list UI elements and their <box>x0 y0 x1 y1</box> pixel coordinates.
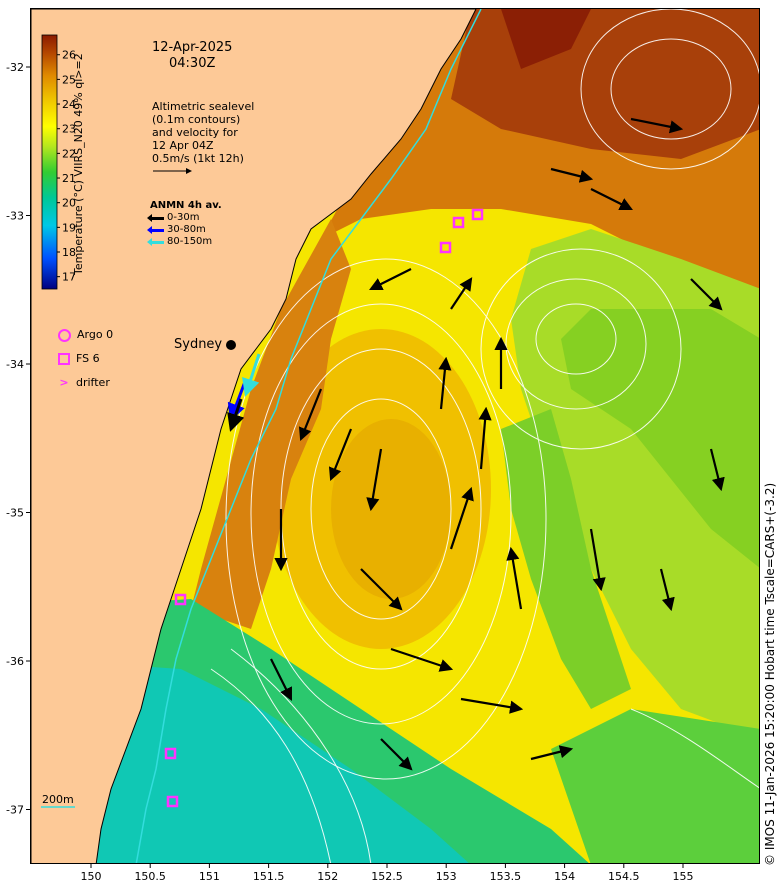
colorbar-title: Temperature (°C) VIIRS_N20 49% ql>=2 <box>72 53 85 275</box>
map-frame: 17 18 19 20 21 22 23 24 25 26 <box>30 8 760 864</box>
lon-tick-label: 150 <box>81 870 102 883</box>
lat-tick-label: -36 <box>6 655 24 668</box>
altimetry-line: Altimetric sealevel <box>152 100 255 113</box>
sydney-marker <box>226 340 236 350</box>
chevron-right-icon: > <box>59 376 69 389</box>
anmn-legend-row: 30-80m <box>147 224 222 236</box>
square-icon <box>58 353 70 365</box>
credit-text: © IMOS 11-Jan-2026 15:20:00 Hobart time … <box>763 482 777 866</box>
map-date: 12-Apr-2025 <box>152 40 233 55</box>
legend-argo: Argo 0 <box>58 323 113 347</box>
depth-contour-label: 200m <box>42 793 74 806</box>
eddy-center <box>331 419 451 599</box>
anmn-legend-label: 0-30m <box>167 212 200 223</box>
anmn-legend-row: 0-30m <box>147 212 222 224</box>
altimetry-line: 0.5m/s (1kt 12h) <box>152 152 244 165</box>
sst-map: 17181920212223242526 <box>31 9 759 863</box>
legend-drifter: > drifter <box>58 371 113 395</box>
anmn-legend-label: 80-150m <box>167 236 213 247</box>
anmn-legend: ANMN 4h av. 0-30m 30-80m 80-150m <box>147 200 222 248</box>
symbol-legend: Argo 0 FS 6 > drifter <box>58 323 113 395</box>
lat-tick-label: -37 <box>6 804 24 817</box>
anmn-legend-row: 80-150m <box>147 236 222 248</box>
date-block: 12-Apr-2025 04:30Z <box>152 40 232 72</box>
altimetry-line: and velocity for <box>152 126 238 139</box>
lon-tick-label: 152.5 <box>371 870 403 883</box>
lon-tick-label: 154 <box>554 870 575 883</box>
lon-tick-label: 153.5 <box>490 870 522 883</box>
anmn-title: ANMN 4h av. <box>150 200 222 211</box>
altimetry-note: Altimetric sealevel (0.1m contours) and … <box>152 100 254 165</box>
circle-icon <box>58 328 71 342</box>
lat-tick-label: -34 <box>6 358 24 371</box>
lat-tick-label: -35 <box>6 507 24 520</box>
lat-tick-labels: -32 -33 -34 -35 -36 -37 <box>6 61 30 817</box>
lon-tick-label: 151 <box>199 870 220 883</box>
altimetry-line: (0.1m contours) <box>152 113 241 126</box>
lat-tick-label: -32 <box>6 61 24 74</box>
lon-tick-label: 152 <box>317 870 338 883</box>
lat-tick-label: -33 <box>6 210 24 223</box>
lon-tick-label: 151.5 <box>253 870 285 883</box>
lon-tick-labels: 150 150.5 151 151.5 152 152.5 153 153.5 154 154.5… <box>81 864 694 883</box>
lon-tick-label: 150.5 <box>134 870 166 883</box>
arrow-left-icon <box>147 225 164 234</box>
lon-tick-label: 154.5 <box>608 870 640 883</box>
city-label: Sydney <box>174 337 223 352</box>
colorbar <box>41 34 58 290</box>
arrow-left-icon <box>147 237 164 246</box>
map-time: 04:30Z <box>169 56 216 71</box>
lon-tick-label: 155 <box>673 870 694 883</box>
anmn-legend-label: 30-80m <box>167 224 206 235</box>
legend-fs: FS 6 <box>58 347 113 371</box>
arrow-left-icon <box>147 213 164 222</box>
altimetry-line: 12 Apr 04Z <box>152 139 214 152</box>
lon-tick-label: 153 <box>436 870 457 883</box>
